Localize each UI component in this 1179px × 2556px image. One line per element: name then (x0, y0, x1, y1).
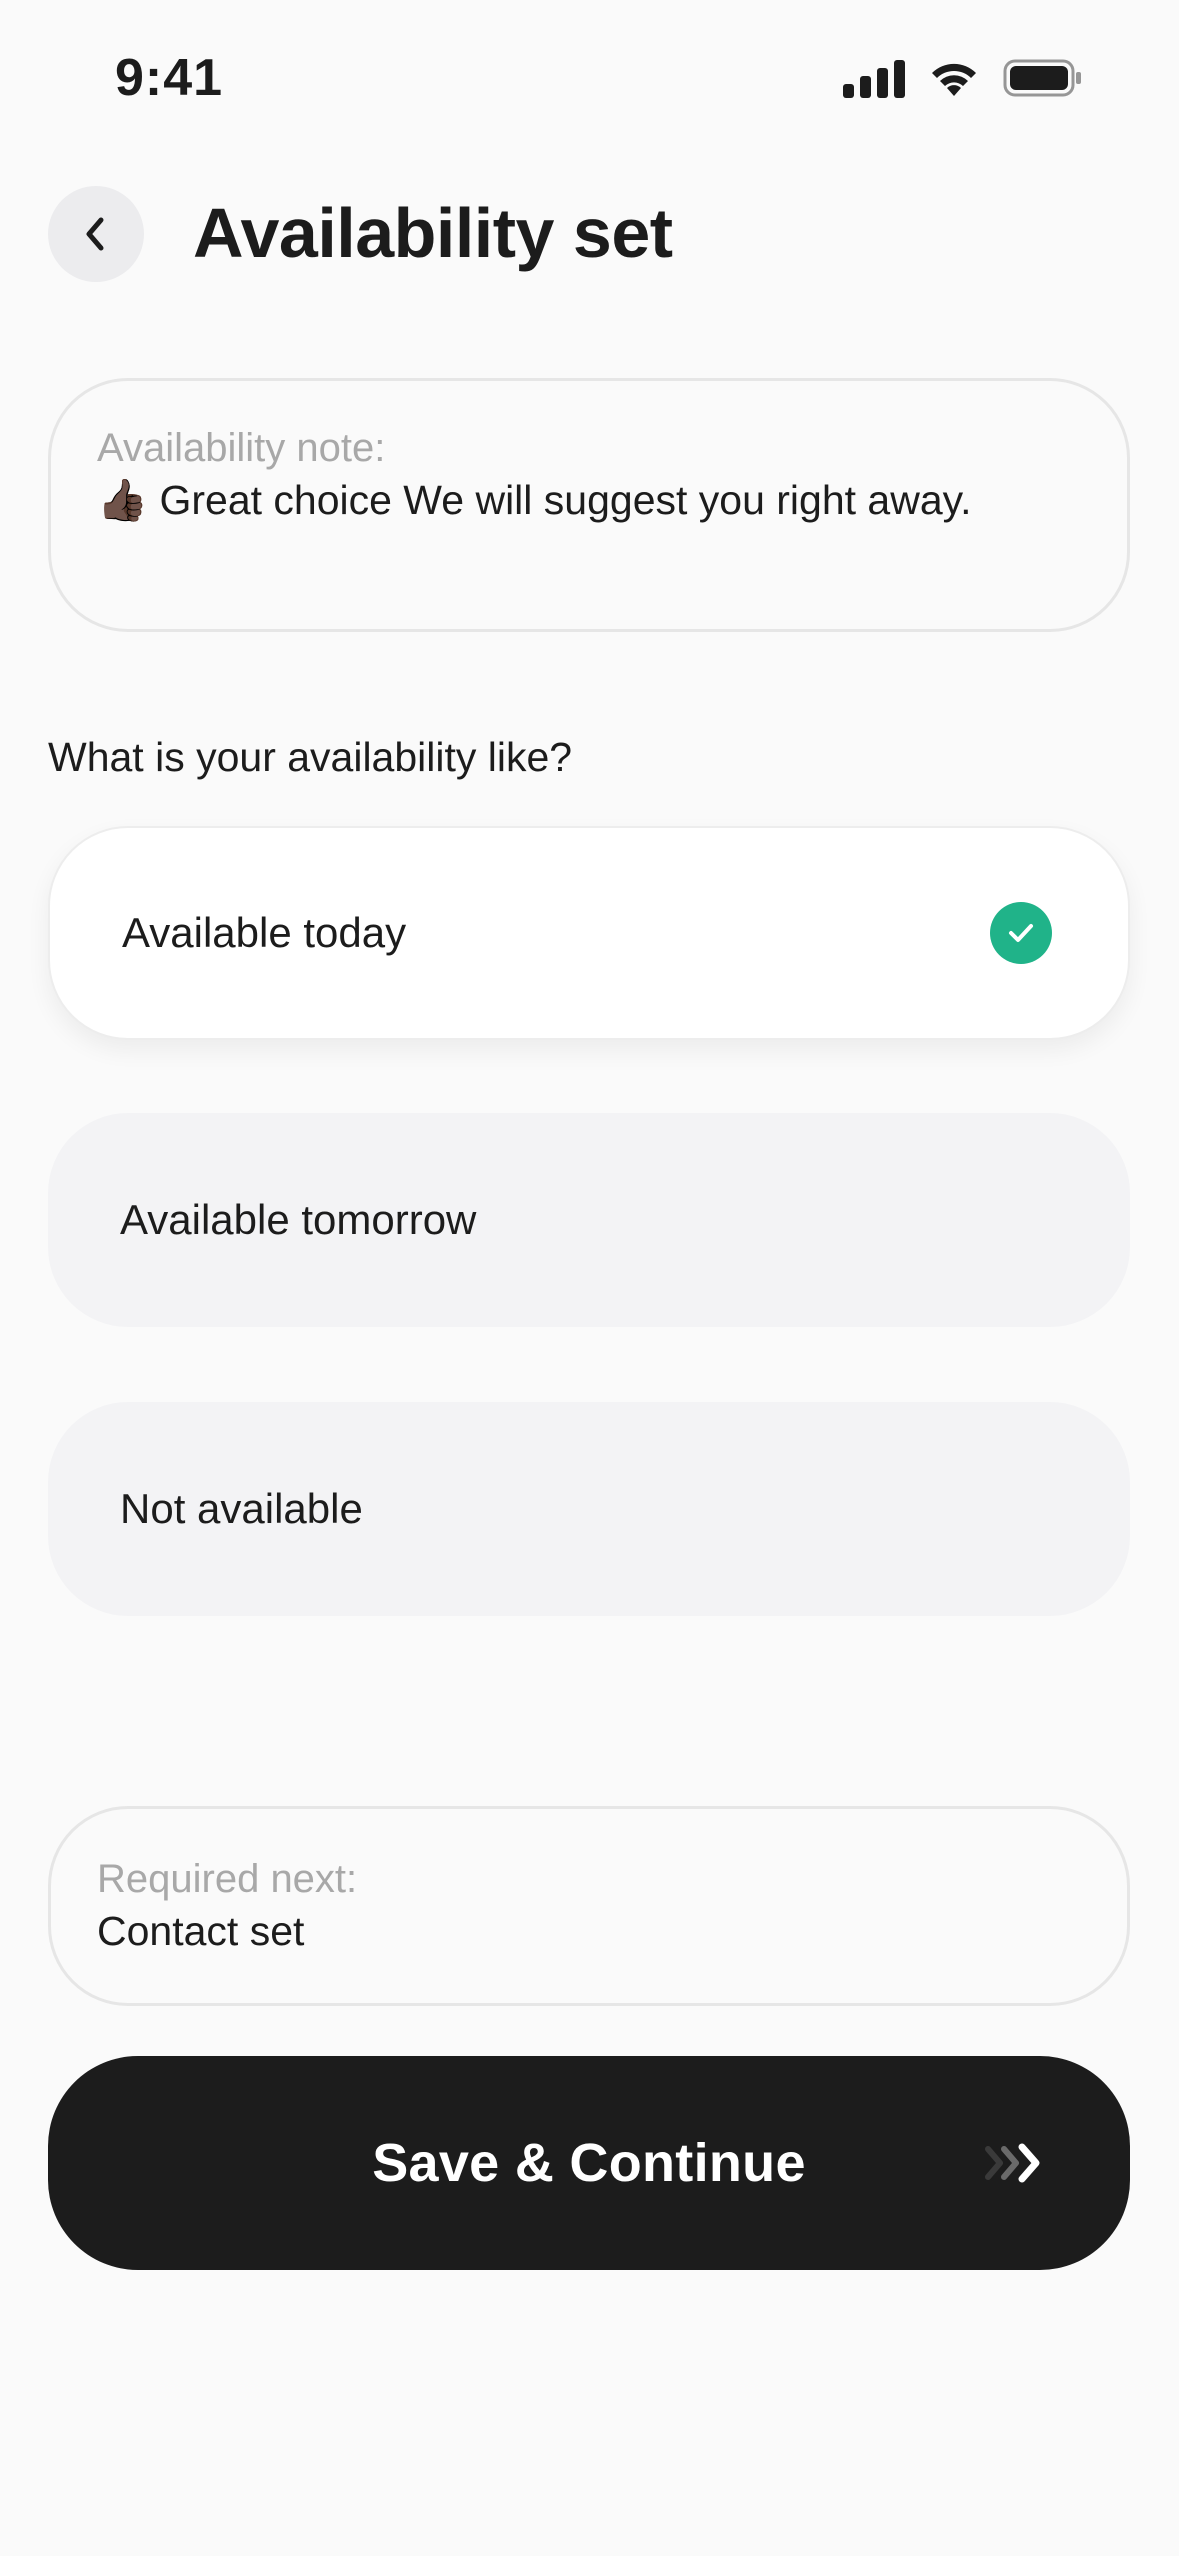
availability-screen: 9:41 Availability set Availability note:… (0, 0, 1179, 2556)
double-chevron-right-icon (985, 2143, 1040, 2183)
availability-question: What is your availability like? (48, 734, 573, 780)
note-text: 👍🏿 Great choice We will suggest you righ… (97, 473, 977, 527)
check-icon (990, 902, 1052, 964)
availability-note-card: Availability note: 👍🏿 Great choice We wi… (48, 378, 1130, 632)
status-time: 9:41 (115, 49, 224, 107)
save-continue-button[interactable]: Save & Continue (48, 2056, 1130, 2270)
page-title: Availability set (193, 194, 673, 272)
save-continue-label: Save & Continue (372, 2133, 806, 2193)
battery-icon (1003, 59, 1081, 97)
option-available-tomorrow[interactable]: Available tomorrow (48, 1113, 1130, 1327)
back-button[interactable] (48, 186, 144, 282)
note-message: Great choice We will suggest you right a… (159, 477, 972, 523)
note-label: Availability note: (97, 426, 386, 470)
option-not-available[interactable]: Not available (48, 1402, 1130, 1616)
status-icons (843, 58, 1083, 98)
cellular-signal-icon (843, 58, 905, 98)
required-next-card: Required next: Contact set (48, 1806, 1130, 2006)
wifi-icon (932, 63, 976, 96)
option-label: Not available (120, 1485, 363, 1532)
thumbs-up-icon: 👍🏿 (97, 477, 149, 523)
option-available-today[interactable]: Available today (48, 826, 1130, 1040)
option-label: Available tomorrow (120, 1196, 477, 1243)
required-next-value: Contact set (97, 1908, 305, 1954)
option-label: Available today (122, 909, 407, 956)
chevron-left-icon (86, 217, 104, 251)
required-next-label: Required next: (97, 1857, 358, 1901)
